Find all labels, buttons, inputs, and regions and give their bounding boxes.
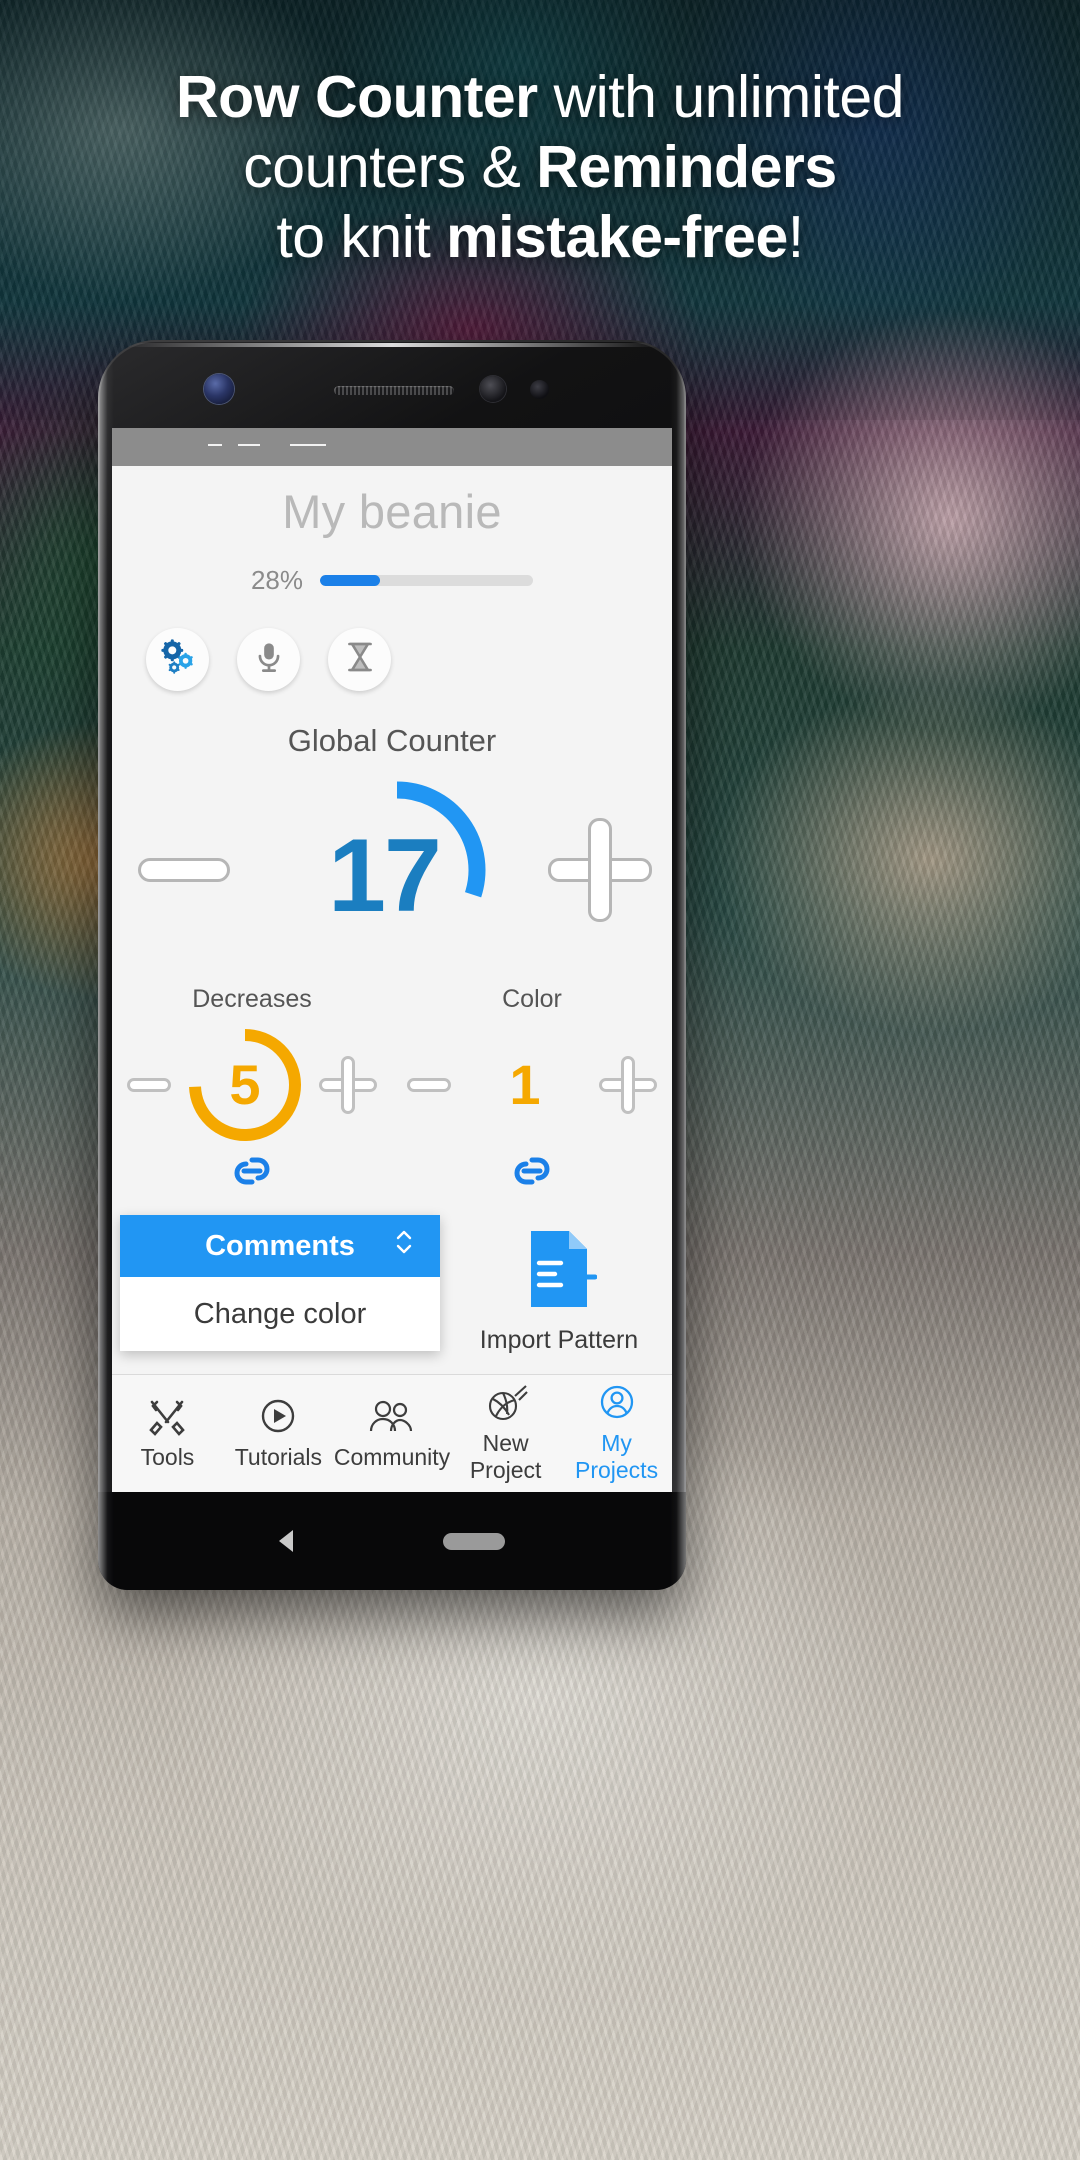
- decreases-gauge: 5: [181, 1021, 309, 1149]
- link-icon-row: [112, 1154, 672, 1193]
- comments-dropdown-option[interactable]: Change color: [120, 1277, 440, 1351]
- color-gauge: 1: [461, 1021, 589, 1149]
- import-document-icon: [521, 1231, 598, 1315]
- settings-gears-button[interactable]: [146, 628, 209, 691]
- phone-right-edge: [670, 340, 686, 1590]
- tab-my-projects[interactable]: My Projects: [561, 1383, 672, 1484]
- progress-track: [320, 575, 534, 586]
- progress-percent-label: 28%: [250, 565, 304, 595]
- earpiece-speaker: [334, 386, 454, 395]
- decreases-decrement-button[interactable]: [127, 1078, 171, 1092]
- android-status-bar: [112, 428, 672, 466]
- tab-tutorials[interactable]: Tutorials: [223, 1397, 334, 1471]
- global-counter-increment-button[interactable]: [547, 818, 652, 922]
- tab-community[interactable]: Community: [334, 1397, 450, 1471]
- microphone-icon: [252, 640, 286, 679]
- headline-bold-row-counter: Row Counter: [176, 64, 538, 130]
- project-progress: 28%: [112, 565, 672, 596]
- headline-text-counters: counters &: [243, 134, 537, 200]
- global-counter-gauge: 17: [257, 770, 527, 970]
- sub-counter-row: Decreases 5 Color 1: [112, 985, 672, 1150]
- play-circle-icon: [257, 1399, 299, 1441]
- sub-counter-color: Color 1: [392, 985, 672, 1150]
- headline-exclamation: !: [787, 204, 804, 270]
- import-pattern-label: Import Pattern: [479, 1326, 639, 1354]
- comments-dropdown[interactable]: Comments Change color: [120, 1215, 440, 1351]
- global-counter-value: 17: [328, 818, 442, 934]
- status-dash-1: [208, 444, 222, 446]
- progress-fill: [320, 575, 380, 586]
- color-value: 1: [509, 1053, 541, 1116]
- tab-label: My Projects: [574, 1430, 659, 1483]
- phone-sensor-bar: [98, 366, 686, 422]
- tab-new-project[interactable]: New Project: [450, 1383, 561, 1484]
- comments-dropdown-label: Comments: [205, 1229, 355, 1262]
- tab-tools[interactable]: Tools: [112, 1397, 223, 1471]
- person-circle-icon: [596, 1385, 638, 1427]
- tab-label: New Project: [469, 1430, 542, 1483]
- tab-label: Tutorials: [234, 1443, 323, 1470]
- tools-icon: [145, 1400, 189, 1441]
- headline-text-to-knit: to knit: [276, 204, 447, 270]
- hourglass-icon: [343, 640, 377, 679]
- hourglass-button[interactable]: [328, 628, 391, 691]
- yarn-ball-icon: [483, 1385, 529, 1427]
- link-chain-icon[interactable]: [222, 1154, 282, 1193]
- headline-bold-mistake-free: mistake-free: [446, 204, 788, 270]
- global-counter-label: Global Counter: [287, 723, 497, 758]
- proximity-sensor-icon: [530, 380, 549, 399]
- phone-top-gloss: [122, 343, 662, 347]
- headline-text-with-unlimited: with unlimited: [537, 64, 905, 130]
- app-tab-bar: Tools Tutorials Community New Project My…: [112, 1374, 672, 1492]
- microphone-button[interactable]: [237, 628, 300, 691]
- sub-counter-label: Color: [502, 985, 562, 1013]
- decreases-arc: [189, 1029, 301, 1141]
- import-pattern-button[interactable]: Import Pattern: [464, 1227, 654, 1355]
- global-counter-row: 17: [112, 765, 672, 975]
- android-navigation-bar: [98, 1492, 686, 1590]
- promo-headline: Row Counter with unlimited counters & Re…: [0, 62, 1080, 272]
- link-chain-icon[interactable]: [502, 1154, 562, 1193]
- color-increment-button[interactable]: [599, 1056, 657, 1114]
- tab-label: Tools: [140, 1443, 195, 1470]
- iris-scanner-icon: [480, 376, 506, 402]
- project-title: My beanie: [282, 485, 502, 538]
- status-dash-2: [238, 444, 260, 446]
- sub-counter-label: Decreases: [192, 985, 312, 1013]
- global-counter-decrement-button[interactable]: [138, 858, 231, 882]
- app-screen: My beanie 28% Global Counter 17 Decrease…: [112, 458, 672, 1492]
- sub-counter-decreases: Decreases 5: [112, 985, 392, 1150]
- headline-bold-reminders: Reminders: [536, 134, 837, 200]
- tab-label: Community: [333, 1443, 451, 1470]
- settings-gears-icon: [159, 638, 197, 681]
- front-camera-icon: [204, 374, 234, 404]
- decreases-increment-button[interactable]: [319, 1056, 377, 1114]
- color-decrement-button[interactable]: [407, 1078, 451, 1092]
- comments-dropdown-header[interactable]: Comments: [120, 1215, 440, 1277]
- quick-action-row: [112, 628, 672, 691]
- phone-mockup: My beanie 28% Global Counter 17 Decrease…: [98, 340, 686, 1590]
- people-icon: [368, 1400, 416, 1441]
- home-button-icon[interactable]: [443, 1532, 505, 1550]
- chevron-up-down-icon: [394, 1227, 414, 1265]
- status-dash-3: [290, 444, 326, 446]
- back-button-icon[interactable]: [279, 1530, 293, 1552]
